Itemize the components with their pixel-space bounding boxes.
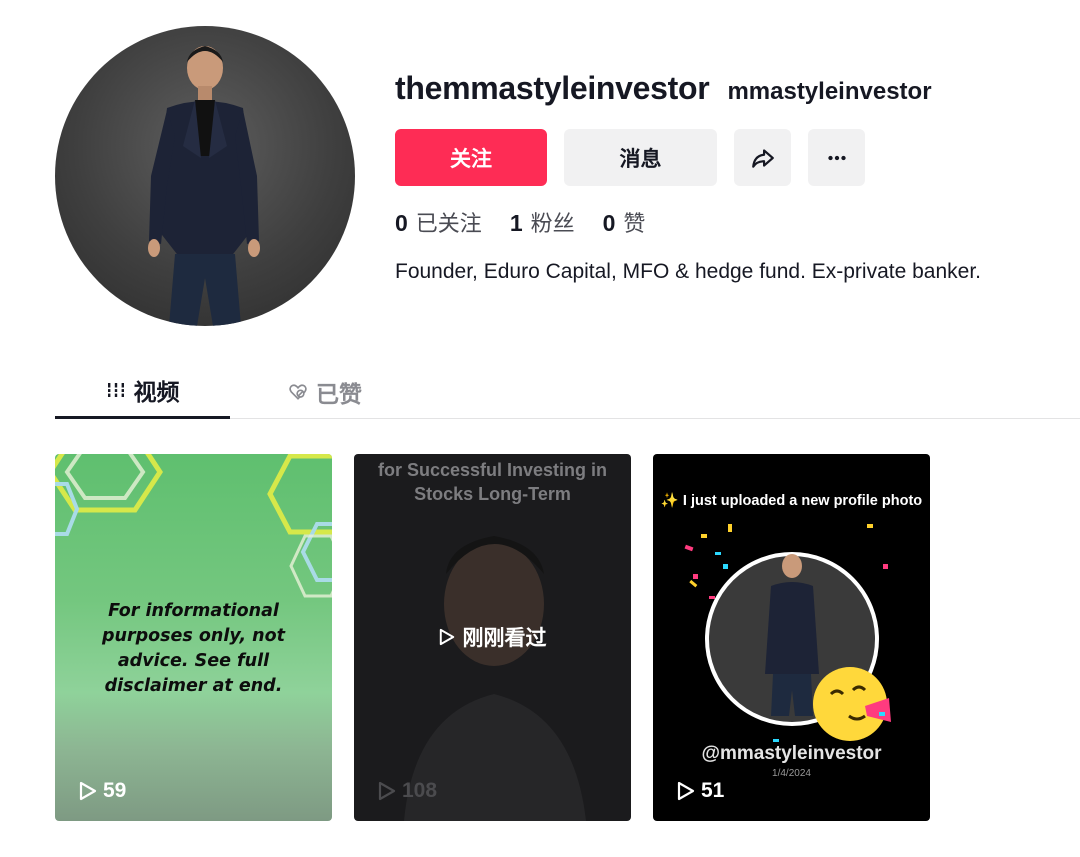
view-count-value: 59	[103, 779, 127, 802]
profile-stats: 0 已关注 1 粉丝 0 赞	[395, 206, 1075, 238]
stat-following-label: 已关注	[415, 211, 482, 236]
stat-followers-count: 1	[509, 210, 523, 236]
follow-button[interactable]: 关注	[395, 129, 547, 186]
profile-username: themmastyleinvestor	[395, 70, 710, 106]
grid-icon	[105, 383, 126, 397]
view-count: 59	[79, 779, 126, 803]
play-icon	[378, 781, 396, 801]
more-icon	[827, 155, 846, 160]
action-buttons: 关注 消息	[395, 129, 1075, 186]
profile-avatar[interactable]	[55, 26, 355, 326]
video-handle-text: @mmastyleinvestor	[701, 743, 882, 764]
profile-tabs: 视频 已赞	[55, 364, 1080, 419]
share-button[interactable]	[734, 129, 791, 186]
more-button[interactable]	[808, 129, 865, 186]
view-count-value: 108	[402, 779, 438, 802]
tab-liked[interactable]: 已赞	[260, 364, 390, 419]
stat-likes: 0 赞	[603, 206, 646, 238]
recently-watched-badge: 刚刚看过	[354, 622, 631, 652]
video-date-text: 1/4/2024	[772, 768, 811, 779]
stat-followers[interactable]: 1 粉丝	[510, 206, 575, 238]
play-icon	[677, 781, 695, 801]
stat-likes-count: 0	[602, 210, 616, 236]
video-title-text: for Successful Investing in Stocks Long-…	[377, 460, 608, 504]
stat-likes-label: 赞	[623, 211, 646, 236]
play-icon	[79, 781, 97, 801]
view-count-value: 51	[701, 779, 725, 802]
video-card[interactable]: For informational purposes only, not adv…	[55, 454, 332, 821]
name-row: themmastyleinvestor mmastyleinvestor	[395, 70, 1075, 114]
video-card[interactable]: for Successful Investing in Stocks Long-…	[354, 454, 631, 821]
play-icon	[439, 628, 454, 646]
avatar-photo	[148, 46, 260, 326]
profile-nickname: mmastyleinvestor	[727, 78, 932, 105]
video-card[interactable]: ✨ I just uploaded a new profile photo @m…	[653, 454, 930, 821]
stat-following[interactable]: 0 已关注	[395, 206, 482, 238]
tab-liked-label: 已赞	[316, 380, 362, 407]
view-count: 108	[378, 779, 437, 803]
tab-videos[interactable]: 视频	[55, 364, 230, 419]
message-button[interactable]: 消息	[564, 129, 717, 186]
heart-icon	[289, 383, 307, 400]
stat-followers-label: 粉丝	[530, 211, 575, 236]
video-title-text: ✨ I just uploaded a new profile photo	[660, 493, 923, 509]
profile-info: themmastyleinvestor mmastyleinvestor 关注 …	[395, 70, 1075, 284]
tab-videos-label: 视频	[133, 379, 180, 405]
share-icon	[751, 148, 774, 168]
profile-bio: Founder, Eduro Capital, MFO & hedge fund…	[395, 260, 981, 283]
view-count: 51	[677, 779, 724, 803]
video-overlay-text: For informational purposes only, not adv…	[101, 601, 286, 696]
recently-watched-label: 刚刚看过	[462, 627, 547, 650]
stat-following-count: 0	[395, 210, 408, 236]
